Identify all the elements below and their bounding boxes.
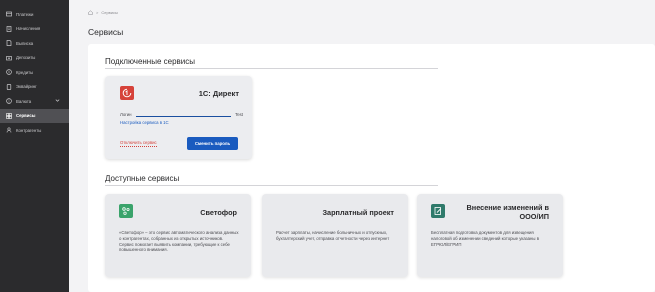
service-name: Светофор [200, 208, 237, 217]
1c-logo-icon [120, 86, 134, 100]
service-description: Бесплатная подготовка документов для изв… [431, 230, 539, 247]
acquiring-icon [6, 83, 12, 90]
settings-link[interactable]: Настройка сервиса в 1С [120, 120, 169, 125]
sidebar-item-statement[interactable]: Выписка [0, 36, 69, 51]
breadcrumb-separator: > [96, 10, 99, 15]
main-area: > Сервисы Сервисы Подключенные сервисы 1… [69, 0, 655, 292]
service-name-line: Внесение изменений в [466, 203, 549, 212]
service-description: Расчет зарплаты, начисление больничных и… [276, 230, 390, 241]
sidebar-item-currency[interactable]: Валюта [0, 94, 69, 109]
service-card-svetofor[interactable]: Светофор «Светофор» – это сервис автомат… [105, 194, 251, 277]
sidebar-item-label: Кредиты [16, 69, 34, 75]
deposits-icon [6, 55, 12, 61]
sidebar-item-label: Начисления [16, 26, 41, 32]
document-edit-icon [431, 204, 445, 218]
disconnect-service-link[interactable]: Отключить сервис [120, 140, 157, 147]
change-password-button[interactable]: Сменить пароль [187, 137, 238, 150]
available-services-title: Доступные сервисы [105, 174, 180, 183]
service-name: Внесение изменений в ООО/ИП [467, 203, 549, 221]
service-name: 1С: Директ [198, 89, 239, 98]
login-row: Логин Test [120, 112, 243, 117]
chevron-down-icon[interactable] [55, 98, 60, 103]
sidebar-item-label: Депозиты [16, 55, 36, 61]
sidebar-item-deposits[interactable]: Депозиты [0, 51, 69, 66]
sidebar-item-accruals[interactable]: Начисления [0, 22, 69, 37]
login-label: Логин [120, 112, 132, 117]
sidebar-item-label: Платежи [16, 11, 34, 17]
breadcrumb-current: Сервисы [101, 10, 118, 15]
section-divider [105, 185, 438, 186]
connected-services-title: Подключенные сервисы [105, 57, 196, 66]
sidebar-item-acquiring[interactable]: Эквайринг [0, 80, 69, 95]
service-card-registration-changes[interactable]: Внесение изменений в ООО/ИП Бесплатная п… [417, 194, 563, 277]
statement-icon [6, 40, 12, 47]
svetofor-logo-icon [119, 204, 133, 218]
credits-icon [6, 69, 12, 76]
service-name-line: ООО/ИП [519, 212, 549, 221]
sidebar-item-label: Контрагенты [16, 127, 42, 133]
page-title: Сервисы [88, 27, 124, 37]
home-icon[interactable] [88, 10, 93, 15]
service-card-salary[interactable]: Зарплатный проект Расчет зарплаты, начис… [262, 194, 408, 277]
services-icon [6, 112, 12, 119]
sidebar-item-counterparties[interactable]: Контрагенты [0, 123, 69, 138]
sidebar-item-label: Сервисы [16, 113, 36, 119]
login-value: Test [235, 112, 243, 117]
sidebar-item-services[interactable]: Сервисы [0, 108, 69, 123]
section-divider [105, 68, 438, 69]
connected-service-card: 1С: Директ Логин Test Настройка сервиса … [105, 76, 252, 159]
service-description: «Светофор» – это сервис автоматического … [119, 230, 239, 253]
accruals-icon [6, 25, 12, 32]
breadcrumb: > Сервисы [88, 10, 118, 15]
currency-icon [6, 98, 12, 105]
sidebar-item-label: Выписка [16, 40, 34, 46]
sidebar: Платежи Начисления Выписка Депозиты Кред… [0, 0, 69, 292]
counterparties-icon [6, 127, 12, 133]
content-panel: Подключенные сервисы 1С: Директ Логин Te… [88, 44, 655, 292]
sidebar-item-credits[interactable]: Кредиты [0, 65, 69, 80]
login-underline [135, 112, 232, 117]
sidebar-item-label: Валюта [16, 98, 32, 104]
sidebar-item-label: Эквайринг [16, 84, 37, 90]
payments-icon [6, 11, 12, 17]
sidebar-item-payments[interactable]: Платежи [0, 7, 69, 22]
service-name: Зарплатный проект [322, 208, 394, 217]
